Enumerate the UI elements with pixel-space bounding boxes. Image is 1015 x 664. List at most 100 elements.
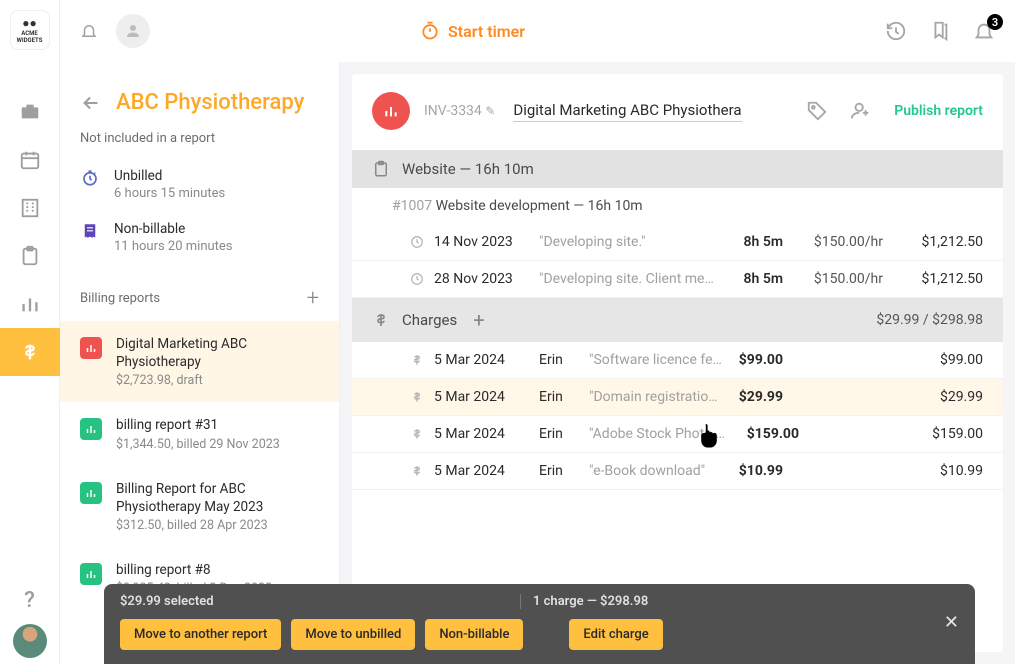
bookmark-icon[interactable] <box>929 20 951 42</box>
charge-person: Erin <box>539 352 579 368</box>
selection-summary: $29.99 selected <box>120 594 520 609</box>
charge-note: "e-Book download" <box>589 463 725 479</box>
charge-amount: $99.00 <box>735 352 783 368</box>
notifications-icon[interactable]: 3 <box>973 20 995 42</box>
entry-duration: 8h 5m <box>735 234 783 250</box>
report-sub: $2,723.98, draft <box>116 373 319 388</box>
charge-note: "Adobe Stock Photo co… <box>589 426 725 442</box>
nonbillable-label: Non-billable <box>114 221 233 237</box>
charge-total: $29.99 <box>893 389 983 405</box>
charge-amount: $159.00 <box>735 426 799 442</box>
rail-item-clipboard[interactable] <box>0 232 60 280</box>
section-website-label: Website — 16h 10m <box>402 160 534 178</box>
charge-row[interactable]: 5 Mar 2024 Erin "e-Book download" $10.99… <box>352 453 1003 490</box>
report-icon <box>80 418 102 440</box>
invoice-ref[interactable]: INV-3334 <box>424 103 482 119</box>
nonbillable-button[interactable]: Non-billable <box>425 619 523 650</box>
report-item[interactable]: billing report #31 $1,344.50, billed 29 … <box>60 402 339 465</box>
charge-date: 5 Mar 2024 <box>434 426 529 442</box>
bell-icon[interactable] <box>80 22 98 40</box>
charge-person: Erin <box>539 389 579 405</box>
charge-amount: $10.99 <box>735 463 783 479</box>
rail-item-calendar[interactable] <box>0 136 60 184</box>
task-header[interactable]: #1007 Website development — 16h 10m <box>352 188 1003 224</box>
report-title-input[interactable]: Digital Marketing ABC Physiothera <box>513 101 741 122</box>
time-entry-row[interactable]: 14 Nov 2023 "Developing site." 8h 5m $15… <box>352 224 1003 261</box>
nonbillable-sub: 11 hours 20 minutes <box>114 239 233 254</box>
publish-button[interactable]: Publish report <box>894 103 983 119</box>
unbilled-row[interactable]: Unbilled 6 hours 15 minutes <box>60 158 339 211</box>
rail-item-reports[interactable] <box>0 280 60 328</box>
add-report-icon[interactable]: + <box>307 286 319 311</box>
unbilled-sub: 6 hours 15 minutes <box>114 186 225 201</box>
entry-amount: $1,212.50 <box>893 234 983 250</box>
entry-rate: $150.00/hr <box>793 271 883 287</box>
start-timer-label: Start timer <box>448 22 525 41</box>
rail-item-briefcase[interactable] <box>0 88 60 136</box>
charge-total: $159.00 <box>893 426 983 442</box>
charges-total: $29.99 / $298.98 <box>876 312 983 328</box>
charge-row[interactable]: 5 Mar 2024 Erin "Domain registration fee… <box>352 379 1003 416</box>
rail-item-building[interactable] <box>0 184 60 232</box>
charge-total: $99.00 <box>893 352 983 368</box>
user-avatar-placeholder[interactable] <box>116 14 150 48</box>
close-icon[interactable]: ✕ <box>944 612 959 633</box>
charge-row[interactable]: 5 Mar 2024 Erin "Adobe Stock Photo co… $… <box>352 416 1003 453</box>
charge-note: "Software licence fee." <box>589 352 725 368</box>
person-add-icon[interactable] <box>850 100 872 122</box>
rail-avatar[interactable] <box>13 624 47 658</box>
report-header: INV-3334 ✎ Digital Marketing ABC Physiot… <box>352 74 1003 150</box>
entry-date: 28 Nov 2023 <box>434 271 529 287</box>
dollar-icon <box>410 464 424 478</box>
dollar-icon <box>372 311 390 329</box>
edit-icon[interactable]: ✎ <box>485 104 495 118</box>
rail-help[interactable]: ? <box>0 576 60 624</box>
receipt-icon <box>80 221 100 240</box>
report-item[interactable]: Billing Report for ABC Physiotherapy May… <box>60 466 339 547</box>
rail-item-billing[interactable] <box>0 328 60 376</box>
dollar-icon <box>410 353 424 367</box>
notifications-badge: 3 <box>987 14 1003 30</box>
unbilled-label: Unbilled <box>114 168 225 184</box>
main-area: INV-3334 ✎ Digital Marketing ABC Physiot… <box>340 62 1015 664</box>
history-icon[interactable] <box>885 20 907 42</box>
back-arrow-icon[interactable] <box>80 92 102 114</box>
section-charges: Charges + $29.99 / $298.98 <box>352 298 1003 342</box>
report-title: billing report #31 <box>116 416 280 434</box>
report-item[interactable]: Digital Marketing ABC Physiotherapy $2,7… <box>60 321 339 402</box>
add-charge-icon[interactable]: + <box>473 308 484 332</box>
charge-note: "Domain registration fee" <box>589 389 725 405</box>
start-timer-button[interactable]: Start timer <box>420 21 525 41</box>
report-icon <box>80 482 102 504</box>
client-panel: ABC Physiotherapy Not included in a repo… <box>60 62 340 664</box>
charge-person: Erin <box>539 426 579 442</box>
billing-reports-label: Billing reports <box>80 291 160 306</box>
task-title: Website development — 16h 10m <box>432 198 643 214</box>
move-to-unbilled-button[interactable]: Move to unbilled <box>291 619 415 650</box>
report-title: Digital Marketing ABC Physiotherapy <box>116 335 319 371</box>
edit-charge-button[interactable]: Edit charge <box>569 619 662 650</box>
move-to-report-button[interactable]: Move to another report <box>120 619 281 650</box>
clock-icon <box>410 272 424 286</box>
charge-date: 5 Mar 2024 <box>434 463 529 479</box>
nonbillable-row[interactable]: Non-billable 11 hours 20 minutes <box>60 211 339 264</box>
app-logo[interactable]: ●●ACMEWIDGETS <box>10 10 50 50</box>
entry-date: 14 Nov 2023 <box>434 234 529 250</box>
topbar: Start timer 3 <box>60 0 1015 62</box>
charge-total: $10.99 <box>893 463 983 479</box>
report-sub: $1,344.50, billed 29 Nov 2023 <box>116 437 280 452</box>
report-title: Billing Report for ABC Physiotherapy May… <box>116 480 319 516</box>
dollar-icon <box>410 390 424 404</box>
report-sub: $312.50, billed 28 Apr 2023 <box>116 518 319 533</box>
task-id: #1007 <box>392 198 432 214</box>
tag-icon[interactable] <box>806 100 828 122</box>
time-entry-row[interactable]: 28 Nov 2023 "Developing site. Client me…… <box>352 261 1003 298</box>
nav-rail: ●●ACMEWIDGETS ? <box>0 0 60 664</box>
entry-note: "Developing site." <box>539 234 725 250</box>
clipboard-icon <box>372 160 390 178</box>
entry-note: "Developing site. Client me… <box>539 271 725 287</box>
charge-row[interactable]: 5 Mar 2024 Erin "Software licence fee." … <box>352 342 1003 379</box>
charge-amount: $29.99 <box>735 389 783 405</box>
report-icon <box>80 337 102 359</box>
selection-toolbar: $29.99 selected 1 charge — $298.98 Move … <box>104 584 975 664</box>
